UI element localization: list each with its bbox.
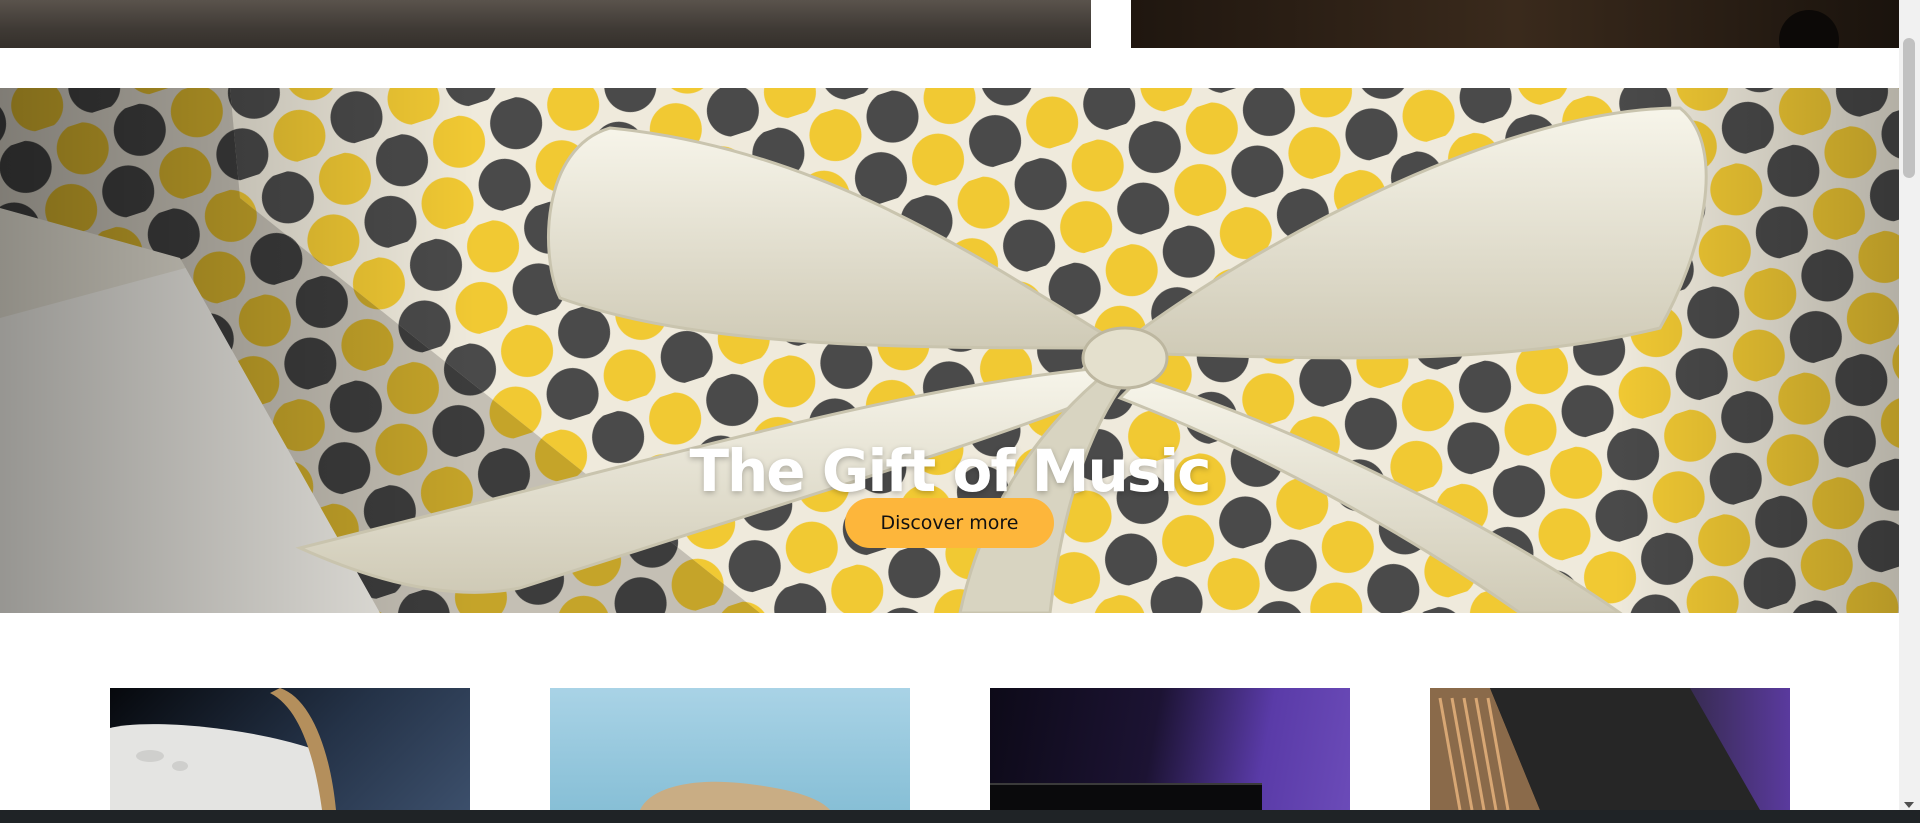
speaker-purple-image	[990, 783, 1262, 810]
headphones-beige-image	[640, 781, 830, 810]
promo-banner-right[interactable]	[1131, 0, 1899, 48]
discover-more-button[interactable]: Discover more	[845, 498, 1054, 548]
banner-object	[1779, 10, 1839, 48]
headphones-white-image	[110, 688, 336, 810]
product-cards	[0, 688, 1899, 810]
hero-title: The Gift of Music	[689, 436, 1211, 505]
product-card-headphones-white[interactable]	[110, 688, 470, 810]
page-scrollbar[interactable]	[1899, 0, 1920, 810]
promo-banner-left[interactable]	[0, 0, 1091, 48]
product-card-soundbar[interactable]	[1430, 688, 1790, 810]
product-card-speaker[interactable]	[990, 688, 1350, 810]
product-card-headphones-beige[interactable]	[550, 688, 910, 810]
soundbar-image	[1430, 688, 1760, 810]
hero-banner: The Gift of Music Discover more	[0, 88, 1899, 613]
scrollbar-thumb[interactable]	[1903, 38, 1915, 178]
scroll-down-arrow-icon[interactable]	[1904, 802, 1914, 808]
taskbar	[0, 810, 1920, 823]
